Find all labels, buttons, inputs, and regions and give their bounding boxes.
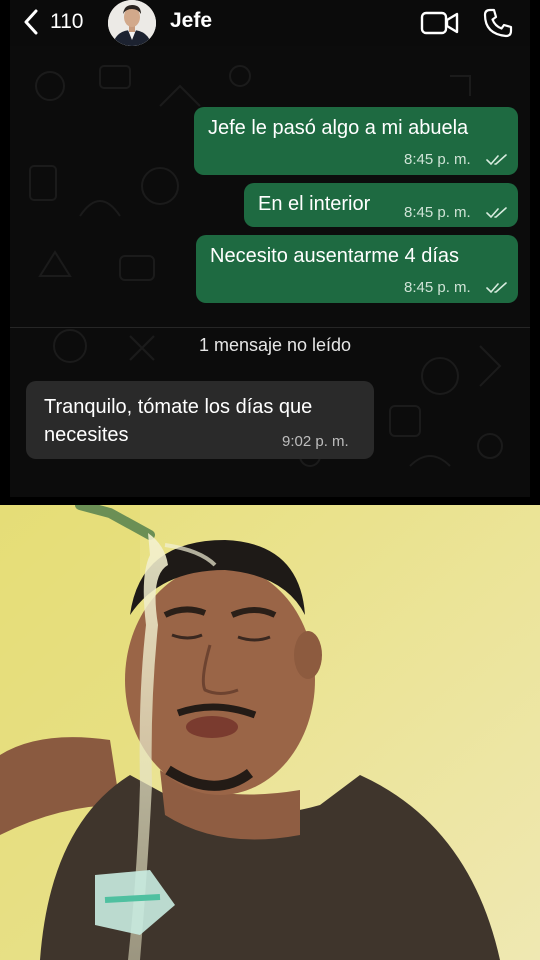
incoming-message[interactable]: Tranquilo, tómate los días que necesites…	[26, 381, 374, 459]
unread-divider: 1 mensaje no leído	[10, 327, 530, 361]
outgoing-message[interactable]: Jefe le pasó algo a mi abuela 8:45 p. m.	[194, 107, 518, 175]
message-text: Necesito ausentarme 4 días	[210, 245, 460, 267]
reaction-photo	[0, 505, 540, 960]
contact-name[interactable]: Jefe	[170, 9, 212, 33]
phone-call-icon[interactable]	[482, 7, 514, 39]
contact-avatar-image	[108, 0, 156, 46]
man-with-water-photo	[0, 505, 540, 960]
avatar[interactable]	[108, 0, 156, 46]
double-check-icon	[486, 282, 507, 294]
video-call-icon[interactable]	[420, 9, 460, 37]
outgoing-message[interactable]: Necesito ausentarme 4 días 8:45 p. m.	[196, 235, 518, 303]
chat-header: 110 Jefe	[10, 0, 530, 46]
back-button[interactable]: 110	[22, 8, 83, 36]
message-time: 8:45 p. m.	[404, 204, 471, 221]
double-check-icon	[486, 207, 507, 219]
unread-chats-count: 110	[50, 10, 84, 33]
chevron-left-icon	[24, 9, 38, 35]
message-text: Jefe le pasó algo a mi abuela	[208, 117, 469, 139]
unread-divider-text: 1 mensaje no leído	[198, 335, 352, 355]
chat-screenshot: 110 Jefe Jefe le pasó algo a mi abuela 8…	[0, 0, 540, 505]
message-time: 9:02 p. m.	[282, 433, 349, 450]
message-time: 8:45 p. m.	[404, 279, 471, 296]
double-check-icon	[486, 154, 507, 166]
chat-panel: 110 Jefe Jefe le pasó algo a mi abuela 8…	[10, 0, 530, 497]
message-time: 8:45 p. m.	[404, 151, 471, 168]
message-text: En el interior	[258, 193, 371, 215]
outgoing-message[interactable]: En el interior 8:45 p. m.	[244, 183, 518, 227]
